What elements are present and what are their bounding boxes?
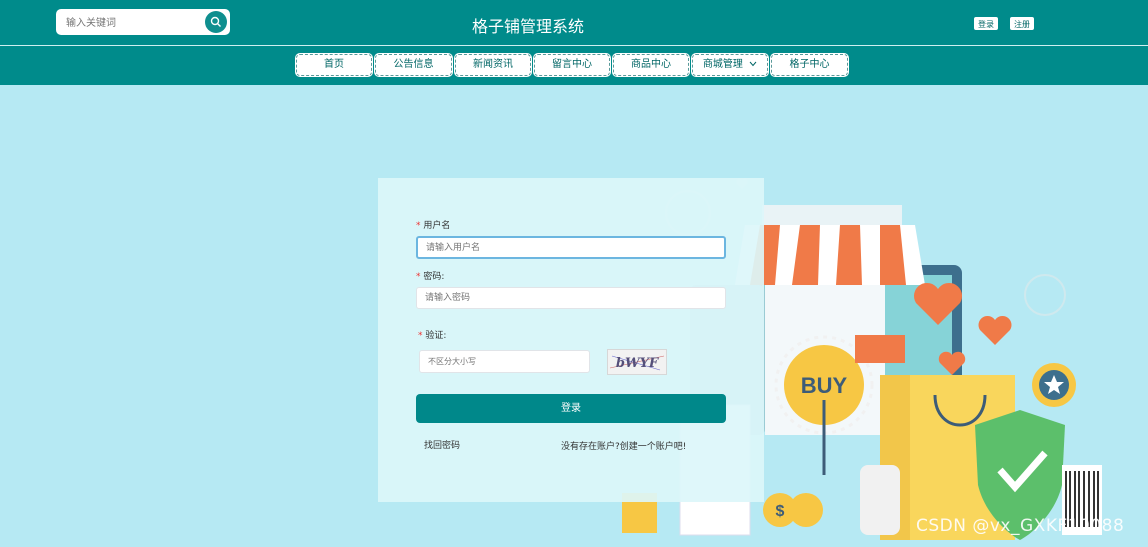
main-nav: 首页 公告信息 新闻资讯 留言中心 商品中心 商城管理 格子中心 [0, 46, 1148, 85]
nav-item-notice[interactable]: 公告信息 [375, 54, 452, 76]
nav-item-grid-center[interactable]: 格子中心 [771, 54, 848, 76]
register-top-button[interactable]: 注册 [1008, 15, 1036, 32]
captcha-label: * 验证: [418, 328, 446, 341]
captcha-image[interactable]: bWYF [607, 349, 667, 375]
price-tag [855, 335, 905, 363]
decor-circle-2 [1024, 274, 1066, 316]
card-reader [860, 465, 900, 535]
page-title: 格子铺管理系统 [471, 17, 584, 36]
required-mark: * [416, 221, 421, 231]
dollar-icon: $ [776, 503, 785, 520]
captcha-text: bWYF [616, 356, 659, 371]
username-label: * 用户名 [416, 218, 450, 231]
captcha-label-text: 验证: [425, 331, 447, 341]
nav-item-products[interactable]: 商品中心 [613, 54, 689, 76]
login-submit-button[interactable]: 登录 [416, 394, 726, 423]
required-mark: * [418, 331, 423, 341]
nav-item-mall-manage[interactable]: 商城管理 [692, 54, 768, 76]
watermark-text: CSDN @vx_GXKF10088 [916, 516, 1125, 536]
forgot-password-link[interactable]: 找回密码 [424, 438, 460, 451]
required-mark: * [416, 272, 421, 282]
password-input[interactable] [416, 287, 726, 309]
shop-header [762, 205, 902, 225]
create-account-link[interactable]: 没有存在账户?创建一个账户吧! [561, 439, 686, 452]
captcha-graphic: bWYF [609, 355, 665, 371]
nav-item-mall-manage-label: 商城管理 [702, 59, 743, 70]
username-input[interactable] [416, 236, 726, 259]
chevron-down-icon [749, 61, 757, 67]
password-label: * 密码: [416, 269, 444, 282]
captcha-input[interactable] [419, 350, 590, 373]
login-top-button[interactable]: 登录 [972, 15, 1000, 32]
nav-item-messages[interactable]: 留言中心 [534, 54, 610, 76]
header-bar: 格子铺管理系统 登录 注册 [0, 0, 1148, 46]
password-label-text: 密码: [423, 272, 445, 282]
coin-2 [789, 493, 823, 527]
username-label-text: 用户名 [423, 221, 451, 231]
buy-text: BUY [801, 373, 848, 398]
nav-item-home[interactable]: 首页 [296, 54, 372, 76]
heart-icon-2 [978, 315, 1012, 345]
nav-item-news[interactable]: 新闻资讯 [455, 54, 531, 76]
